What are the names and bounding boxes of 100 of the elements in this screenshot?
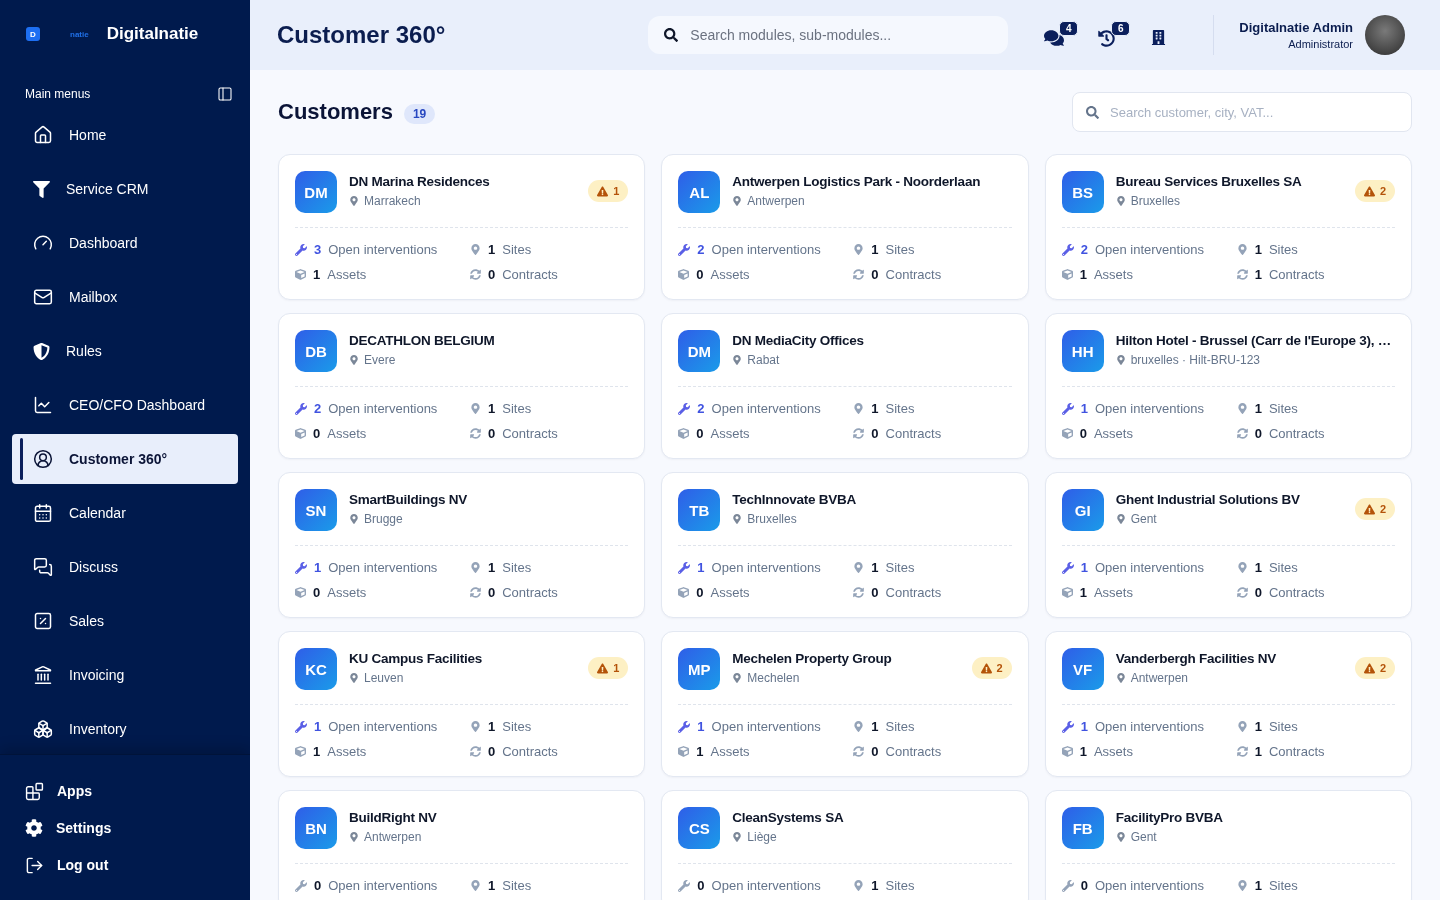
cube-icon xyxy=(678,587,690,598)
user-circle-icon xyxy=(33,449,53,469)
sidebar-toggle-icon[interactable] xyxy=(217,86,233,102)
customer-card[interactable]: DB DECATHLON BELGIUM Evere 2 Open interventions 1 Sites 0 Assets 0 Contracts xyxy=(278,313,646,459)
stat-label: Assets xyxy=(327,744,367,759)
stat-count: 2 xyxy=(1080,242,1088,257)
map-pin-icon xyxy=(853,880,865,891)
stat-count: 1 xyxy=(488,878,496,893)
map-pin-icon xyxy=(1115,673,1126,683)
stat-count: 1 xyxy=(697,560,705,575)
initials-avatar: TB xyxy=(678,489,721,531)
nav-item[interactable]: Mailbox xyxy=(12,272,238,322)
history-button[interactable]: 6 xyxy=(1094,21,1131,49)
footer-nav-item[interactable]: Apps xyxy=(0,776,92,806)
bank-icon xyxy=(33,665,53,685)
refresh-icon xyxy=(470,428,481,439)
stat-label: Sites xyxy=(885,401,915,416)
customer-name: CleanSystems SA xyxy=(732,809,844,827)
stat-label: Sites xyxy=(885,878,915,893)
customer-name: Vanderbergh Facilities NV xyxy=(1115,650,1276,668)
map-pin-icon xyxy=(1115,355,1126,365)
funnel-icon xyxy=(33,180,50,198)
nav-item[interactable]: Discuss xyxy=(12,542,238,592)
nav-item[interactable]: Service CRM xyxy=(12,164,238,214)
map-pin-icon xyxy=(1115,514,1126,524)
stat-label: Open interventions xyxy=(328,560,438,575)
home-icon xyxy=(33,125,53,145)
map-pin-icon xyxy=(1236,403,1248,414)
cube-icon xyxy=(678,269,690,280)
cube-icon xyxy=(1061,269,1073,280)
nav-item[interactable]: Customer 360° xyxy=(12,434,238,484)
customer-card[interactable]: TB TechInnovate BVBA Bruxelles 1 Open interventions 1 Sites 0 Assets 0 Contracts xyxy=(661,472,1029,618)
stat-label: Sites xyxy=(1268,878,1298,893)
wrench-icon xyxy=(295,720,307,733)
location-text: Liège xyxy=(747,830,777,844)
customer-card[interactable]: BS Bureau Services Bruxelles SA Bruxelles 2 2 Open interventions 1 Sites 1 Assets 1 Contracts xyxy=(1044,154,1412,300)
initials-avatar: AL xyxy=(678,171,721,213)
envelope-icon xyxy=(33,287,53,307)
stat-label: Contracts xyxy=(1268,426,1325,441)
customer-card[interactable]: CS CleanSystems SA Liège 0 Open interventions 1 Sites xyxy=(661,790,1029,900)
stat-label: Sites xyxy=(1268,560,1298,575)
stat-count: 1 xyxy=(1254,401,1262,416)
map-pin-icon xyxy=(732,196,743,206)
refresh-icon xyxy=(853,428,865,439)
search-input[interactable]: Search modules, sub-modules... xyxy=(690,25,993,45)
initials-avatar: DB xyxy=(295,330,337,372)
stat-label: Contracts xyxy=(1268,267,1325,282)
customer-card[interactable]: FB FacilityPro BVBA Gent 0 Open interventions 1 Sites xyxy=(1044,790,1412,900)
warning-count: 2 xyxy=(996,662,1003,674)
nav-item[interactable]: Calendar xyxy=(12,488,238,538)
nav-item[interactable]: Rules xyxy=(12,326,238,376)
stat-label: Open interventions xyxy=(711,401,821,416)
search-field[interactable]: Search modules, sub-modules... xyxy=(648,16,1009,54)
customer-card[interactable]: SN SmartBuildings NV Brugge 1 Open interventions 1 Sites 0 Assets 0 Contracts xyxy=(278,472,646,618)
user-name: Digitalnatie Admin xyxy=(1239,20,1353,35)
location-text: Antwerpen xyxy=(1130,671,1189,685)
customer-card[interactable]: MP Mechelen Property Group Mechelen 2 1 Open interventions 1 Sites 1 Assets 0 Contracts xyxy=(661,631,1029,777)
refresh-icon xyxy=(853,269,865,280)
stat-count: 1 xyxy=(1080,560,1088,575)
avatar-placeholder[interactable] xyxy=(1365,15,1405,55)
wrench-icon xyxy=(1061,243,1074,256)
nav-item[interactable]: Inventory xyxy=(12,704,238,754)
stat-count: 1 xyxy=(1254,242,1262,257)
stat-count: 0 xyxy=(313,426,321,441)
search-input[interactable]: Search customer, city, VAT... xyxy=(1110,102,1398,122)
footer-nav-item[interactable]: Log out xyxy=(0,850,109,880)
customer-card[interactable]: BN BuildRight NV Antwerpen 0 Open interventions 1 Sites xyxy=(278,790,646,900)
stat-count: 1 xyxy=(871,719,879,734)
nav-item[interactable]: Invoicing xyxy=(12,650,238,700)
map-pin-icon xyxy=(470,721,481,732)
refresh-icon xyxy=(1236,587,1248,598)
stat-count: 0 xyxy=(1254,426,1262,441)
stat-label: Sites xyxy=(502,401,532,416)
customer-name: FacilityPro BVBA xyxy=(1115,809,1223,827)
customer-card[interactable]: VF Vanderbergh Facilities NV Antwerpen 2 1 Open interventions 1 Sites 1 Assets 1 Contracts xyxy=(1044,631,1412,777)
map-pin-icon xyxy=(732,514,743,524)
customer-card[interactable]: DM DN MediaCity Offices Rabat 2 Open interventions 1 Sites 0 Assets 0 Contracts xyxy=(661,313,1029,459)
customer-card[interactable]: AL Antwerpen Logistics Park - Noorderlaan Antwerpen 2 Open interventions 1 Sites 0 Assets 0 Contracts xyxy=(661,154,1029,300)
warning-count: 2 xyxy=(1379,503,1386,515)
nav-item[interactable]: Home xyxy=(12,110,238,160)
nav-item[interactable]: Dashboard xyxy=(12,218,238,268)
refresh-icon xyxy=(853,746,865,757)
map-pin-icon xyxy=(1236,244,1248,255)
customer-card[interactable]: KC KU Campus Facilities Leuven 1 1 Open interventions 1 Sites 1 Assets 0 Contracts xyxy=(278,631,646,777)
cube-icon xyxy=(295,428,306,439)
search-field[interactable]: Search customer, city, VAT... xyxy=(1072,92,1412,132)
initials-avatar: MP xyxy=(678,648,721,690)
stat-count: 1 xyxy=(488,242,496,257)
messages-button[interactable]: 4 xyxy=(1042,21,1079,49)
footer-nav-item[interactable]: Settings xyxy=(0,813,112,843)
refresh-icon xyxy=(853,587,865,598)
stat-label: Open interventions xyxy=(328,242,438,257)
nav-item[interactable]: CEO/CFO Dashboard xyxy=(12,380,238,430)
stat-count: 0 xyxy=(696,426,704,441)
customer-card[interactable]: GI Ghent Industrial Solutions BV Gent 2 1 Open interventions 1 Sites 1 Assets 0 Contracts xyxy=(1044,472,1412,618)
refresh-icon xyxy=(470,587,481,598)
customer-card[interactable]: DM DN Marina Residences Marrakech 1 3 Open interventions 1 Sites 1 Assets 0 Contracts xyxy=(278,154,646,300)
nav-item[interactable]: Sales xyxy=(12,596,238,646)
customer-card[interactable]: HH Hilton Hotel - Brussel (Carr de l'Europe 3), … bruxelles · Hilt-BRU-123 1 Open interventions 1 Sites 0 Assets 0 Contracts xyxy=(1044,313,1412,459)
stat-count: 0 xyxy=(696,585,704,600)
